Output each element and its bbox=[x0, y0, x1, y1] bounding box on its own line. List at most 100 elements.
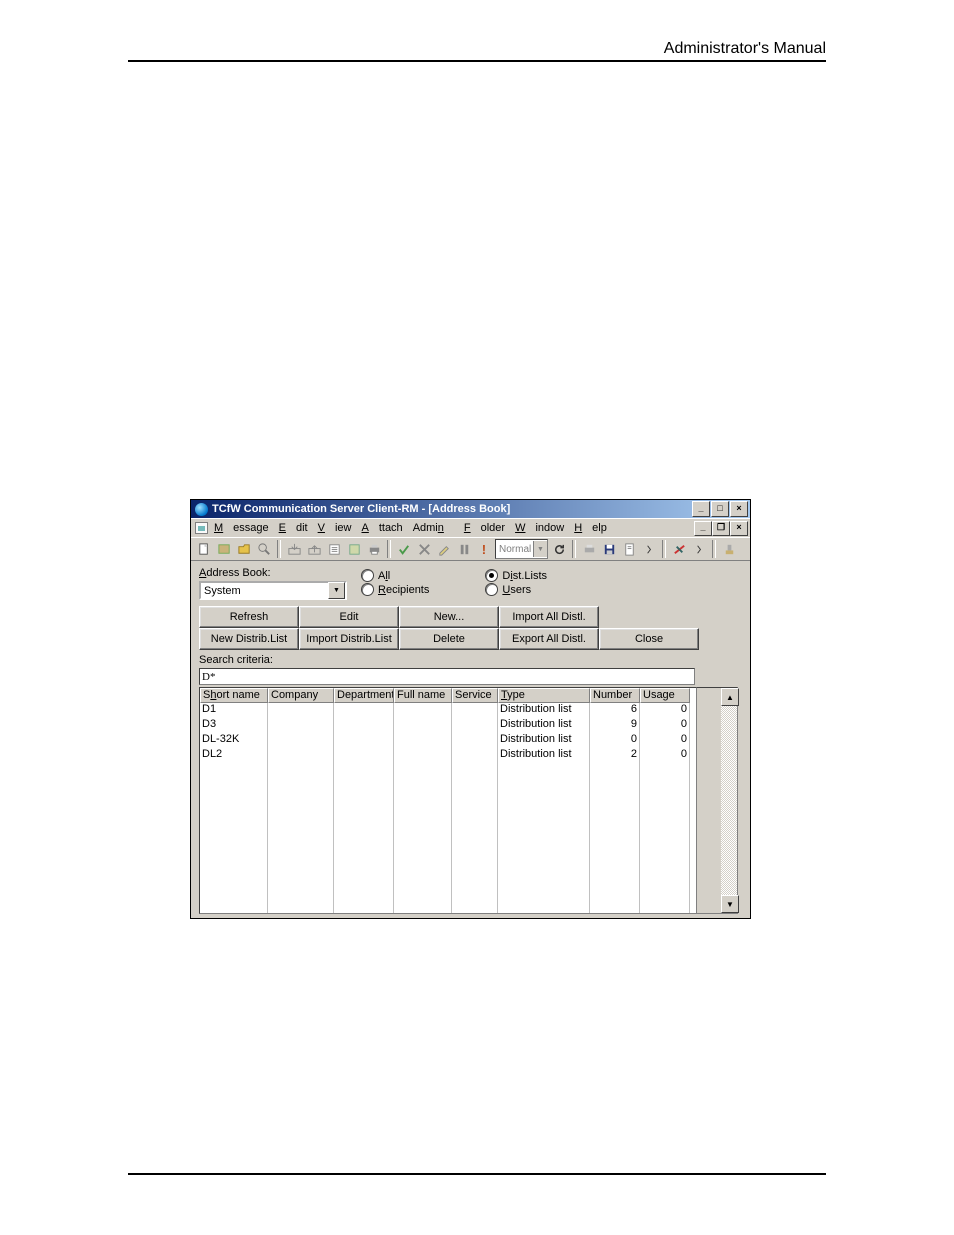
menubar: Message Edit View Attach Admin Folder Wi… bbox=[191, 518, 750, 537]
grid-header[interactable]: Short name Company Department Full name … bbox=[200, 688, 696, 703]
close-button[interactable]: × bbox=[730, 501, 748, 517]
table-row[interactable]: DL2Distribution list20 bbox=[200, 748, 696, 763]
addressbook-label: Address Book: bbox=[199, 567, 347, 579]
col-shortname: Short name bbox=[200, 688, 268, 703]
toolbar: ! Normal▼ bbox=[191, 537, 750, 561]
tool-more1-icon[interactable] bbox=[640, 540, 658, 558]
page-header: Administrator's Manual bbox=[128, 40, 826, 62]
export-all-button[interactable]: Export All Distl. bbox=[499, 628, 599, 650]
window-title: TCfW Communication Server Client-RM - [A… bbox=[212, 503, 692, 515]
button-grid: Refresh Edit New... Import All Distl. Ne… bbox=[199, 606, 742, 650]
col-type: Type bbox=[498, 688, 590, 703]
menu-folder[interactable]: Folder bbox=[464, 522, 505, 534]
new-button[interactable]: New... bbox=[399, 606, 499, 628]
import-distrib-button[interactable]: Import Distrib.List bbox=[299, 628, 399, 650]
tool-priority-icon[interactable]: ! bbox=[475, 540, 493, 558]
maximize-button[interactable]: □ bbox=[711, 501, 729, 517]
svg-text:!: ! bbox=[481, 542, 485, 557]
scrollbar[interactable]: ▲ ▼ bbox=[721, 688, 737, 913]
tool-pause-icon[interactable] bbox=[455, 540, 473, 558]
radio-recipients[interactable]: Recipients bbox=[361, 583, 429, 596]
tool-printer-icon[interactable] bbox=[580, 540, 598, 558]
col-usage: Usage bbox=[640, 688, 690, 703]
refresh-button[interactable]: Refresh bbox=[199, 606, 299, 628]
tool-edit-icon[interactable] bbox=[435, 540, 453, 558]
scroll-up-button[interactable]: ▲ bbox=[721, 688, 739, 706]
results-grid[interactable]: Short name Company Department Full name … bbox=[199, 687, 697, 914]
search-input[interactable] bbox=[199, 668, 695, 685]
minimize-button[interactable]: _ bbox=[692, 501, 710, 517]
tool-in-icon[interactable] bbox=[285, 540, 303, 558]
grid-gutter: ▲ ▼ bbox=[697, 687, 738, 914]
import-all-button[interactable]: Import All Distl. bbox=[499, 606, 599, 628]
col-company: Company bbox=[268, 688, 334, 703]
toolbar-sep bbox=[712, 540, 716, 558]
tool-new-icon[interactable] bbox=[195, 540, 213, 558]
menu-admin[interactable]: Admin bbox=[413, 522, 454, 534]
document-page: Administrator's Manual TCfW Communicatio… bbox=[0, 0, 954, 1235]
tool-refresh-icon[interactable] bbox=[550, 540, 568, 558]
delete-button[interactable]: Delete bbox=[399, 628, 499, 650]
table-row[interactable]: DL-32KDistribution list00 bbox=[200, 733, 696, 748]
table-row-empty bbox=[200, 898, 696, 913]
table-row-empty bbox=[200, 778, 696, 793]
tool-addressbook-icon[interactable] bbox=[215, 540, 233, 558]
mdi-icon[interactable] bbox=[195, 522, 208, 534]
new-distrib-button[interactable]: New Distrib.List bbox=[199, 628, 299, 650]
tool-cancel-icon[interactable] bbox=[415, 540, 433, 558]
menu-window[interactable]: Window bbox=[515, 522, 564, 534]
table-row[interactable]: D3Distribution list90 bbox=[200, 718, 696, 733]
table-row-empty bbox=[200, 868, 696, 883]
toolbar-sep bbox=[277, 540, 281, 558]
titlebar[interactable]: TCfW Communication Server Client-RM - [A… bbox=[191, 500, 750, 518]
toolbar-sep bbox=[387, 540, 391, 558]
toolbar-sep bbox=[572, 540, 576, 558]
tool-open-icon[interactable] bbox=[235, 540, 253, 558]
tool-out-icon[interactable] bbox=[305, 540, 323, 558]
col-fullname: Full name bbox=[394, 688, 452, 703]
edit-button[interactable]: Edit bbox=[299, 606, 399, 628]
col-department: Department bbox=[334, 688, 394, 703]
menu-message[interactable]: Message bbox=[214, 522, 269, 534]
scroll-down-button[interactable]: ▼ bbox=[721, 895, 739, 913]
tool-list-icon[interactable] bbox=[325, 540, 343, 558]
menu-attach[interactable]: Attach bbox=[361, 522, 402, 534]
page-footer-rule bbox=[128, 1173, 826, 1175]
app-icon bbox=[195, 503, 208, 516]
col-service: Service bbox=[452, 688, 498, 703]
table-row-empty bbox=[200, 823, 696, 838]
tool-contacts-icon[interactable] bbox=[345, 540, 363, 558]
tool-disconnect-icon[interactable] bbox=[670, 540, 688, 558]
table-row-empty bbox=[200, 808, 696, 823]
addressbook-combo[interactable]: System▼ bbox=[199, 581, 347, 600]
tool-search-icon[interactable] bbox=[255, 540, 273, 558]
tool-stamp-icon[interactable] bbox=[720, 540, 738, 558]
menu-edit[interactable]: Edit bbox=[279, 522, 308, 534]
table-row-empty bbox=[200, 883, 696, 898]
radio-users[interactable]: Users bbox=[485, 583, 547, 596]
scroll-track[interactable] bbox=[721, 706, 737, 895]
radio-all[interactable]: All bbox=[361, 569, 429, 582]
app-window: TCfW Communication Server Client-RM - [A… bbox=[190, 499, 751, 919]
search-label: Search criteria: bbox=[199, 654, 742, 666]
toolbar-sep bbox=[662, 540, 666, 558]
tool-props-icon[interactable] bbox=[620, 540, 638, 558]
radio-distlists[interactable]: Dist.Lists bbox=[485, 569, 547, 582]
col-number: Number bbox=[590, 688, 640, 703]
priority-dropdown[interactable]: Normal▼ bbox=[495, 539, 548, 559]
table-row-empty bbox=[200, 793, 696, 808]
mdi-close-button[interactable]: × bbox=[730, 521, 748, 536]
table-row-empty bbox=[200, 763, 696, 778]
client-area: Address Book: System▼ All Recipients Dis… bbox=[191, 561, 750, 918]
mdi-minimize-button[interactable]: _ bbox=[694, 521, 712, 536]
menu-help[interactable]: Help bbox=[574, 522, 607, 534]
mdi-restore-button[interactable]: ❐ bbox=[712, 521, 730, 536]
table-row[interactable]: D1Distribution list60 bbox=[200, 703, 696, 718]
tool-check-icon[interactable] bbox=[395, 540, 413, 558]
close-panel-button[interactable]: Close bbox=[599, 628, 699, 650]
tool-print-icon[interactable] bbox=[365, 540, 383, 558]
table-row-empty bbox=[200, 853, 696, 868]
tool-more2-icon[interactable] bbox=[690, 540, 708, 558]
tool-save-icon[interactable] bbox=[600, 540, 618, 558]
menu-view[interactable]: View bbox=[318, 522, 352, 534]
